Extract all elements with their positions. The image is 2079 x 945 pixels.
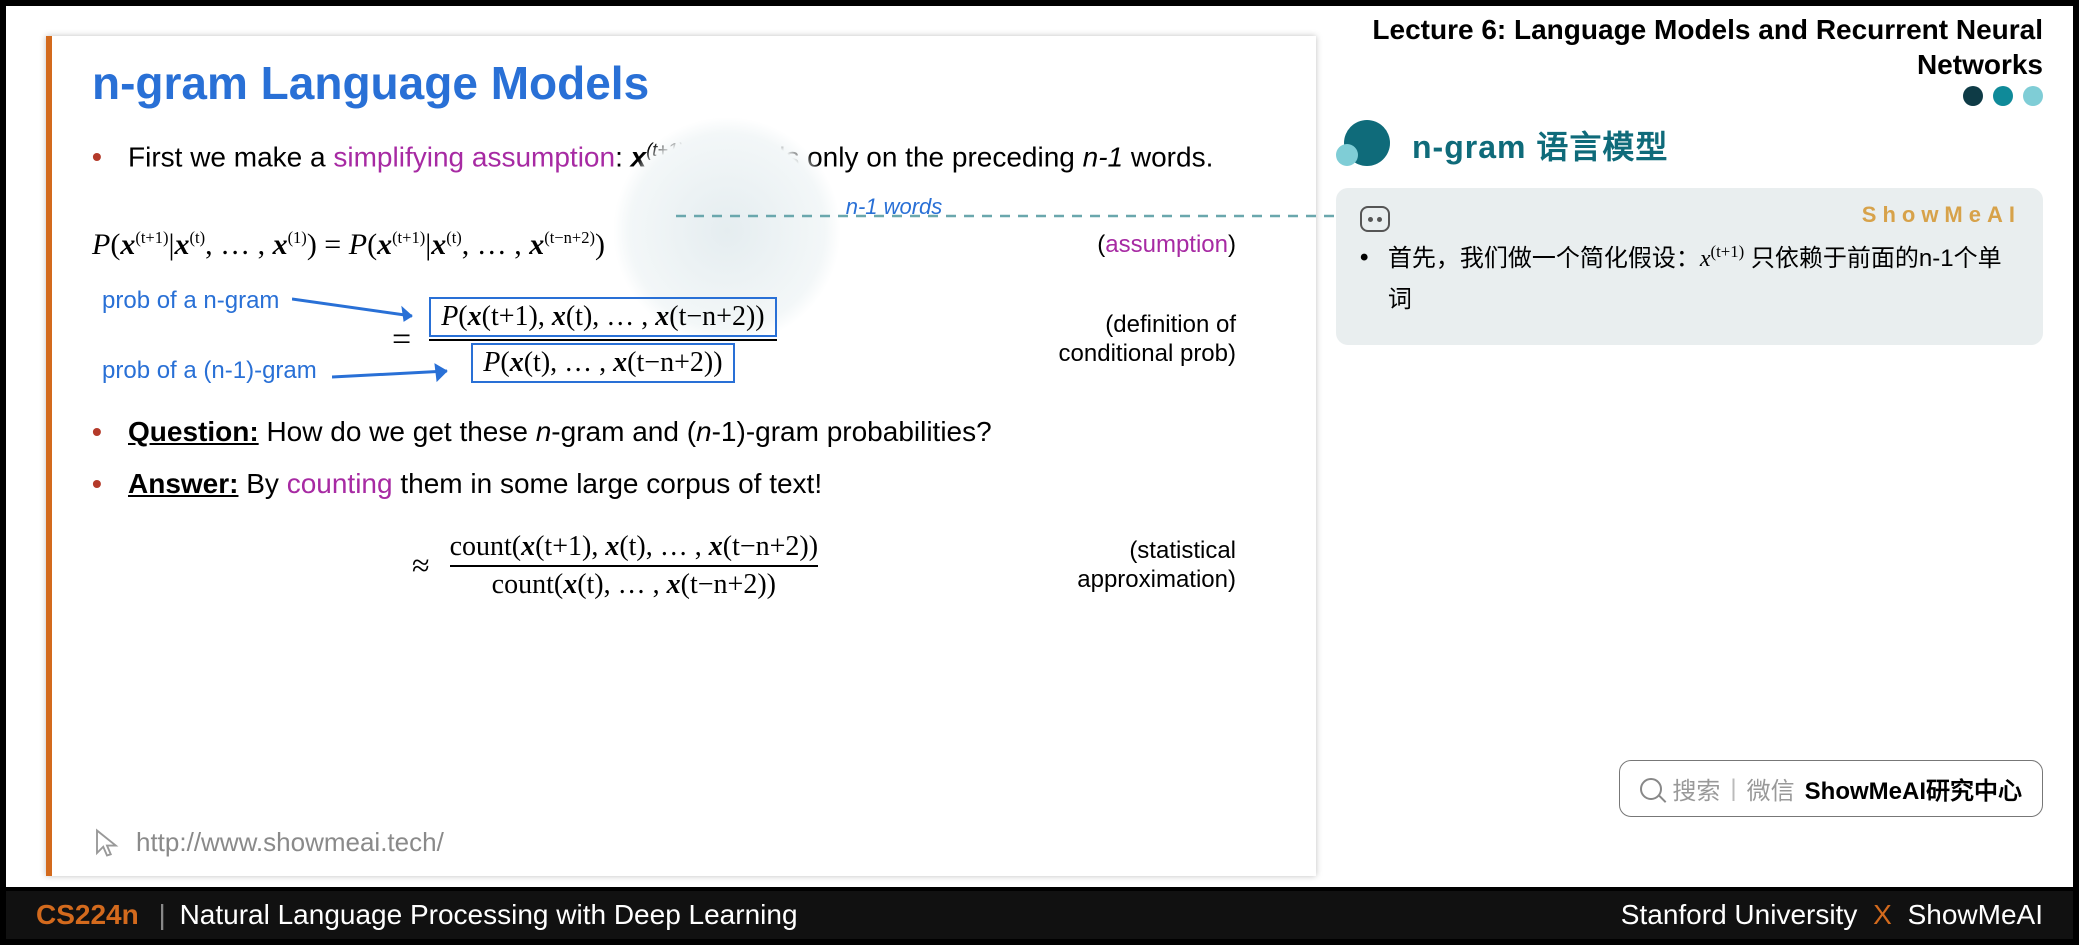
- dot-icon: [2023, 86, 2043, 106]
- slide-footer: http://www.showmeai.tech/: [92, 827, 444, 858]
- qa-block: • Question: How do we get these n-gram a…: [92, 413, 1276, 503]
- text: :: [615, 141, 631, 172]
- bullet-assumption: • First we make a simplifying assumption…: [92, 138, 1276, 176]
- page-footer: CS224n | Natural Language Processing wit…: [6, 887, 2073, 939]
- cursor-icon: [92, 828, 122, 858]
- lecture-title: Lecture 6: Language Models and Recurrent…: [1336, 6, 2043, 82]
- section-header: n-gram 语言模型: [1336, 120, 2043, 170]
- arrow-icon: [292, 291, 442, 331]
- var-x: x: [631, 141, 647, 172]
- label-prob-n1gram: prob of a (n-1)-gram: [102, 357, 317, 385]
- fraction: P(x(t+1), x(t), … , x(t−n+2)) P(x(t), … …: [429, 297, 776, 383]
- slide-title: n-gram Language Models: [92, 56, 1276, 110]
- search-pill[interactable]: 搜索 | 微信 ShowMeAI研究中心: [1619, 760, 2043, 817]
- formula-count-approx: ≈ count(x(t+1), x(t), … , x(t−n+2)) coun…: [92, 531, 1276, 601]
- search-icon: [1640, 778, 1662, 800]
- dot-icon: [1963, 86, 1983, 106]
- counting-word: counting: [287, 468, 393, 499]
- section-icon: [1336, 120, 1396, 170]
- search-prefix: 搜索: [1672, 771, 1720, 806]
- dot-icon: [1993, 86, 2013, 106]
- question-label: Question:: [128, 416, 259, 447]
- pipe: |: [159, 899, 166, 930]
- n-1: n-1: [1083, 141, 1123, 172]
- superscript: (t+1): [646, 140, 684, 160]
- bullet-dot: •: [1360, 238, 1374, 321]
- brand-label: ShowMeAI: [1862, 202, 2021, 228]
- approx-sign: ≈: [412, 547, 430, 584]
- arrow-icon: [332, 359, 472, 399]
- answer-label: Answer:: [128, 468, 238, 499]
- assumption-phrase: simplifying assumption: [333, 141, 615, 172]
- card-text: 首先，我们做一个简化假设：x(t+1) 只依赖于前面的n-1个单词: [1388, 238, 2019, 321]
- fraction-numerator: P(x(t+1), x(t), … , x(t−n+2)): [429, 297, 776, 337]
- note-assumption: (assumption): [1097, 231, 1236, 259]
- footer-url: http://www.showmeai.tech/: [136, 827, 444, 858]
- slide: n-gram Language Models • First we make a…: [46, 36, 1316, 876]
- count-numerator: count(x(t+1), x(t), … , x(t−n+2)): [450, 531, 819, 563]
- x-separator: X: [1873, 899, 1892, 930]
- translation-card: ShowMeAI • 首先，我们做一个简化假设：x(t+1) 只依赖于前面的n-…: [1336, 188, 2043, 345]
- formula-line-1: P(x(t+1)|x(t), … , x(1)) = P(x(t+1)|x(t)…: [92, 228, 605, 262]
- robot-icon: [1360, 206, 1390, 232]
- count-denominator: count(x(t), … , x(t−n+2)): [492, 569, 776, 601]
- section-title: n-gram 语言模型: [1412, 122, 1668, 168]
- org-name: ShowMeAI: [1908, 899, 2043, 930]
- formula-assumption: n-1 words ︷︷︷︷︷︷︷ P(x(t+1)|x(t), … , x(1…: [92, 194, 1276, 262]
- university: Stanford University: [1621, 899, 1858, 930]
- search-wechat: 微信: [1747, 771, 1795, 806]
- text: depends only on the preceding: [684, 141, 1083, 172]
- fraction-denominator: P(x(t), … , x(t−n+2)): [471, 343, 734, 383]
- formula-conditional-prob: prob of a n-gram prob of a (n-1)-gram = …: [92, 297, 1276, 383]
- note-statistical: (statistical approximation): [1016, 537, 1236, 595]
- course-subtitle: Natural Language Processing with Deep Le…: [180, 899, 798, 930]
- separator: |: [1730, 775, 1736, 803]
- text: First we make a: [128, 141, 333, 172]
- note-definition: (definition of conditional prob): [1016, 311, 1236, 369]
- text: words.: [1123, 141, 1213, 172]
- label-prob-ngram: prob of a n-gram: [102, 287, 279, 315]
- bullet-dot: •: [92, 138, 110, 176]
- course-code: CS224n: [36, 899, 139, 930]
- decorative-dots: [1336, 86, 2043, 106]
- search-name: ShowMeAI研究中心: [1805, 771, 2022, 806]
